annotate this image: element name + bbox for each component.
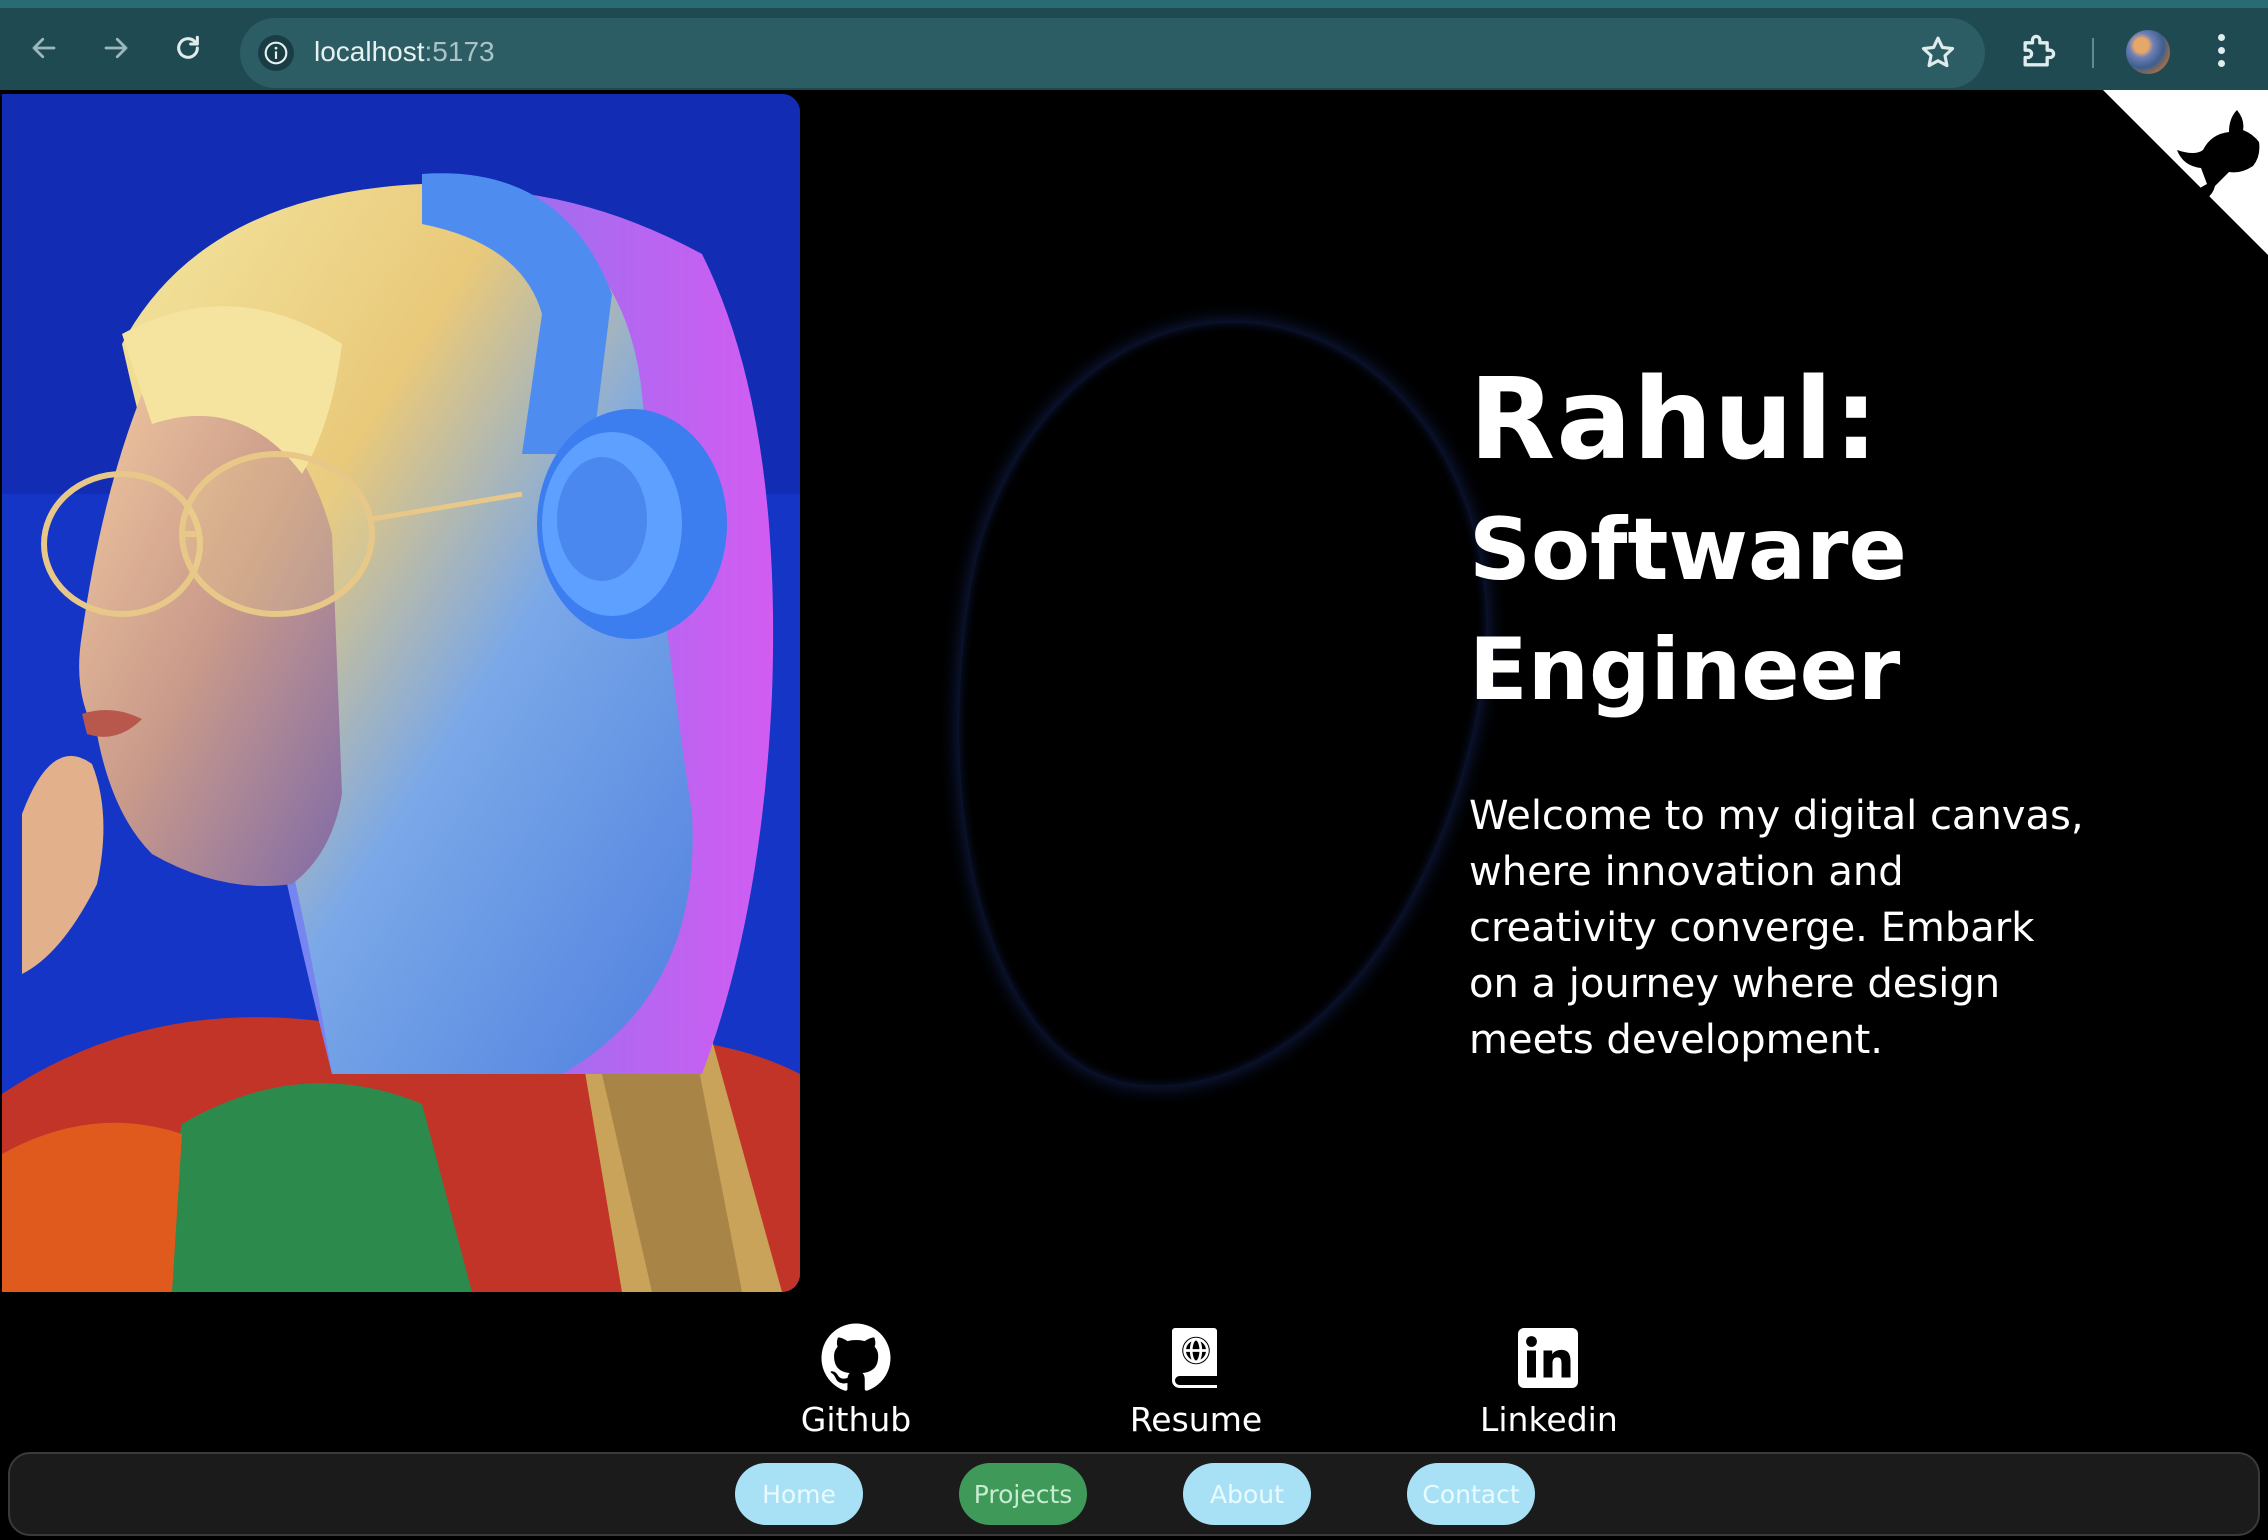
hero-text-block: Rahul: Software Engineer Welcome to my d… <box>1469 350 2109 1068</box>
nav-about-button[interactable]: About <box>1183 1463 1311 1525</box>
address-bar[interactable]: localhost:5173 <box>240 18 1985 88</box>
github-corner-link[interactable] <box>2103 90 2268 255</box>
hero-portrait-image <box>2 94 800 1292</box>
linkedin-icon <box>1518 1328 1578 1388</box>
portfolio-page: Rahul: Software Engineer Welcome to my d… <box>0 90 2268 1540</box>
browser-toolbar: localhost:5173 <box>0 0 2268 90</box>
url-text: localhost:5173 <box>314 36 495 68</box>
resume-label: Resume <box>1129 1400 1263 1439</box>
profile-avatar[interactable] <box>2126 30 2170 74</box>
hero-role: Software Engineer <box>1469 500 1907 720</box>
back-button[interactable] <box>20 24 68 72</box>
book-globe-icon <box>1172 1328 1217 1388</box>
reload-icon <box>177 35 199 59</box>
nav-home-button[interactable]: Home <box>735 1463 863 1525</box>
bookmark-star-icon[interactable] <box>1917 32 1959 74</box>
hero-name: Rahul: <box>1469 355 1880 485</box>
nav-projects-button[interactable]: Projects <box>959 1463 1087 1525</box>
extensions-puzzle-icon[interactable] <box>2016 30 2060 74</box>
resume-link[interactable]: Resume <box>1126 1322 1266 1439</box>
linkedin-link[interactable]: Linkedin <box>1480 1322 1618 1439</box>
bottom-nav-bar: Home Projects About Contact <box>8 1452 2260 1536</box>
hero-description: Welcome to my digital canvas, where inno… <box>1469 793 2084 1063</box>
toolbar-divider <box>2092 38 2094 68</box>
kebab-menu-icon[interactable] <box>2206 30 2236 76</box>
reload-button[interactable] <box>164 24 212 72</box>
linkedin-label: Linkedin <box>1480 1400 1618 1439</box>
forward-button[interactable] <box>92 24 140 72</box>
github-icon <box>821 1323 891 1391</box>
nav-contact-button[interactable]: Contact <box>1407 1463 1535 1525</box>
url-host: localhost <box>314 36 425 67</box>
url-port: :5173 <box>424 36 495 67</box>
arrow-right-icon <box>104 37 128 59</box>
github-link[interactable]: Github <box>796 1322 916 1439</box>
social-links: Github Resume Linkedin <box>0 1322 2268 1452</box>
site-info-icon[interactable] <box>258 35 294 71</box>
glow-blob-decoration <box>898 286 1532 1128</box>
github-label: Github <box>800 1400 912 1439</box>
arrow-left-icon <box>32 37 56 59</box>
